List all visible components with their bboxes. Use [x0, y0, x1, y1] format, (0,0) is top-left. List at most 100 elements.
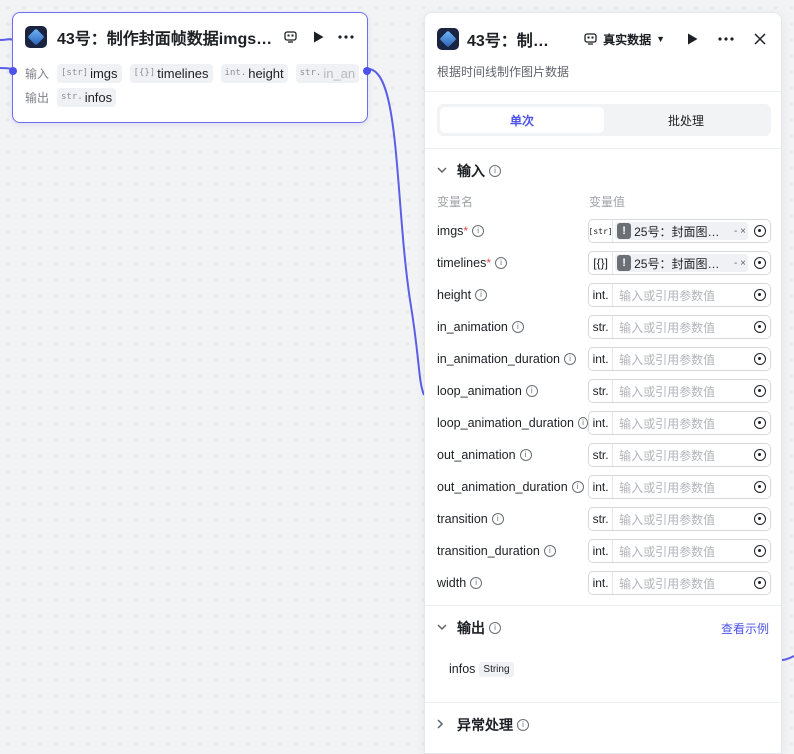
data-mode-select[interactable]: 真实数据 ▼ [584, 31, 665, 48]
info-icon[interactable]: i [489, 165, 501, 177]
param-value-field[interactable]: int. 输入或引用参数值 [588, 571, 771, 595]
param-row: loop_animation_duration i int. 输入或引用参数值 [425, 407, 781, 439]
param-value-field[interactable]: str. 输入或引用参数值 [588, 443, 771, 467]
info-icon[interactable]: i [472, 225, 485, 237]
tab-single[interactable]: 单次 [440, 107, 604, 133]
param-type-badge[interactable]: [{}] [589, 252, 614, 274]
info-icon[interactable]: i [564, 353, 577, 365]
info-icon[interactable]: i [519, 449, 532, 461]
reference-chip[interactable]: ! 25号：封面图… - × [615, 222, 748, 240]
param-input[interactable]: 输入或引用参数值 [613, 351, 750, 368]
info-icon[interactable]: i [525, 385, 538, 397]
param-type-badge[interactable]: str. [589, 444, 614, 466]
target-icon[interactable] [750, 577, 770, 589]
info-icon[interactable]: i [489, 622, 501, 634]
param-type-badge[interactable]: int. [589, 572, 614, 594]
target-icon[interactable] [750, 353, 770, 365]
param-input[interactable]: 输入或引用参数值 [613, 415, 750, 432]
param-input[interactable]: 输入或引用参数值 [613, 543, 750, 560]
more-icon[interactable] [335, 26, 357, 48]
play-icon[interactable] [307, 26, 329, 48]
info-icon[interactable]: i [511, 321, 524, 333]
target-icon[interactable] [750, 417, 770, 429]
param-type-badge[interactable]: str. [589, 316, 614, 338]
warning-icon: ! [617, 255, 632, 271]
param-row: out_animation_duration i int. 输入或引用参数值 [425, 471, 781, 503]
node-output-port[interactable] [363, 67, 371, 75]
target-icon[interactable] [750, 321, 770, 333]
target-icon[interactable] [750, 449, 770, 461]
output-section-header[interactable]: 输出 i 查看示例 [425, 606, 781, 650]
info-icon[interactable]: i [470, 577, 483, 589]
param-input[interactable]: 输入或引用参数值 [613, 447, 750, 464]
tab-batch[interactable]: 批处理 [604, 107, 768, 133]
panel-title[interactable]: 43号：制作封面帧数据imgs_ [467, 27, 553, 51]
error-section-header[interactable]: 异常处理 i [425, 703, 781, 747]
workflow-canvas[interactable]: 43号：制作封面帧数据imgs_… 输入 [str] imgs [{}] timel… [0, 0, 794, 754]
param-value-field[interactable]: [{}]! 25号：封面图… - × [588, 251, 771, 275]
view-example-link[interactable]: 查看示例 [721, 620, 769, 637]
node-input-tag: [str] imgs [57, 63, 122, 83]
param-value-field[interactable]: int. 输入或引用参数值 [588, 283, 771, 307]
param-input[interactable]: 输入或引用参数值 [613, 383, 750, 400]
param-type-badge[interactable]: int. [589, 412, 614, 434]
debug-icon[interactable] [279, 26, 301, 48]
play-icon[interactable] [681, 28, 703, 50]
workflow-node-43[interactable]: 43号：制作封面帧数据imgs_… 输入 [str] imgs [{}] timel… [9, 12, 371, 123]
param-input[interactable]: 输入或引用参数值 [613, 511, 750, 528]
param-value-field[interactable]: int. 输入或引用参数值 [588, 475, 771, 499]
param-type-badge[interactable]: str. [589, 380, 614, 402]
target-icon[interactable] [750, 385, 770, 397]
param-type-badge[interactable]: str. [589, 508, 614, 530]
info-icon[interactable]: i [495, 257, 507, 269]
param-value-field[interactable]: [str]! 25号：封面图… - × [588, 219, 771, 243]
param-value-field[interactable]: int. 输入或引用参数值 [588, 347, 771, 371]
warning-icon: ! [617, 223, 632, 239]
column-variable-name: 变量名 [437, 195, 474, 209]
error-section-title: 异常处理 [457, 717, 513, 733]
info-icon[interactable]: i [577, 417, 589, 429]
param-value-field[interactable]: str. 输入或引用参数值 [588, 379, 771, 403]
node-inputs-row: 输入 [str] imgs [{}] timelines int. height st… [13, 61, 367, 85]
info-icon[interactable]: i [517, 719, 529, 731]
input-section-title: 输入 [457, 163, 485, 179]
close-icon[interactable] [749, 28, 771, 50]
param-type-badge[interactable]: int. [589, 540, 614, 562]
param-type-badge[interactable]: int. [589, 476, 614, 498]
chevron-down-icon [437, 166, 455, 177]
info-icon[interactable]: i [491, 513, 504, 525]
param-type-badge[interactable]: int. [589, 284, 614, 306]
target-icon[interactable] [750, 513, 770, 525]
target-icon[interactable] [750, 225, 770, 237]
clear-reference-button[interactable]: - × [734, 226, 746, 237]
param-name: width i [437, 576, 588, 590]
node-input-label: 输入 [25, 66, 50, 81]
node-input-port[interactable] [9, 67, 17, 75]
param-value-field[interactable]: int. 输入或引用参数值 [588, 539, 771, 563]
param-input[interactable]: 输入或引用参数值 [613, 319, 750, 336]
param-name: transition_duration i [437, 544, 588, 558]
param-type-badge[interactable]: int. [589, 348, 614, 370]
param-name: loop_animation i [437, 384, 588, 398]
clear-reference-button[interactable]: - × [734, 258, 746, 269]
info-icon[interactable]: i [571, 481, 584, 493]
param-type-badge[interactable]: [str] [589, 220, 614, 242]
param-value-field[interactable]: str. 输入或引用参数值 [588, 507, 771, 531]
reference-chip[interactable]: ! 25号：封面图… - × [615, 254, 748, 272]
param-input[interactable]: 输入或引用参数值 [613, 575, 750, 592]
info-icon[interactable]: i [543, 545, 556, 557]
reference-label: 25号：封面图… [634, 256, 720, 271]
info-icon[interactable]: i [475, 289, 488, 301]
input-section-header[interactable]: 输入 i [425, 149, 781, 193]
target-icon[interactable] [750, 257, 770, 269]
more-icon[interactable] [715, 28, 737, 50]
param-input[interactable]: 输入或引用参数值 [613, 287, 750, 304]
target-icon[interactable] [750, 289, 770, 301]
param-value-field[interactable]: int. 输入或引用参数值 [588, 411, 771, 435]
param-value-field[interactable]: str. 输入或引用参数值 [588, 315, 771, 339]
target-icon[interactable] [750, 481, 770, 493]
output-item: infos String [425, 650, 781, 688]
target-icon[interactable] [750, 545, 770, 557]
node-title[interactable]: 43号：制作封面帧数据imgs_… [57, 25, 279, 49]
param-input[interactable]: 输入或引用参数值 [613, 479, 750, 496]
